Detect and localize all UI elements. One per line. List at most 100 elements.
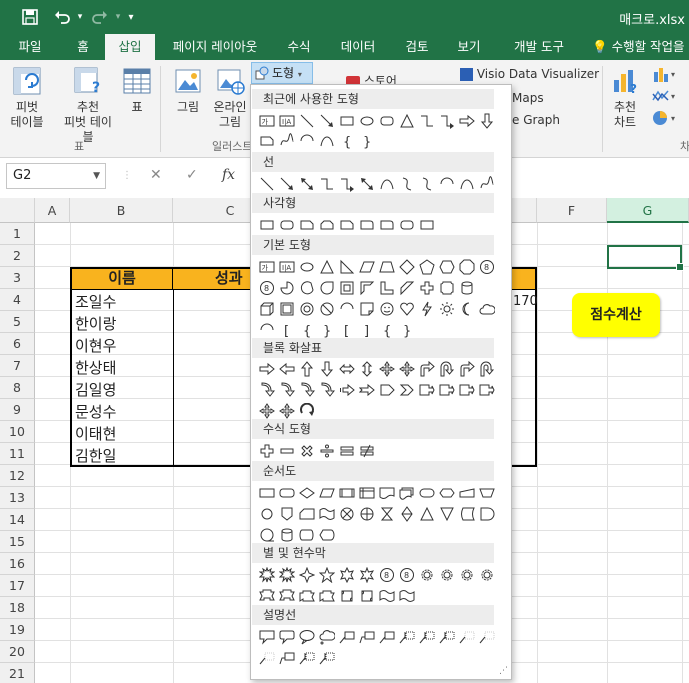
shape-scroll-icon[interactable] xyxy=(337,586,357,606)
pivot-table-button[interactable]: 피벗 테이블 xyxy=(6,64,48,134)
column-header-b[interactable]: B xyxy=(70,198,173,223)
pictures-button[interactable]: 그림 xyxy=(170,64,206,120)
shape-oct-icon[interactable] xyxy=(457,257,477,277)
shape-lineCall-icon[interactable] xyxy=(377,627,397,647)
row-header[interactable]: 8 xyxy=(0,377,35,399)
shape-fAlt-icon[interactable] xyxy=(277,483,297,503)
shape-text-icon[interactable]: 가 xyxy=(257,111,277,131)
shape-lineCallAcc-icon[interactable] xyxy=(297,648,317,668)
name-cell[interactable]: 한이랑 xyxy=(72,313,116,335)
tab-home[interactable]: 홈 xyxy=(66,34,100,60)
shape-arrowline-icon[interactable] xyxy=(277,174,297,194)
row-header[interactable]: 18 xyxy=(0,597,35,619)
score-calc-button[interactable]: 점수계산 xyxy=(572,293,660,337)
tab-developer[interactable]: 개발 도구 xyxy=(502,34,576,60)
shape-trap-icon[interactable] xyxy=(377,257,397,277)
shape-star4-icon[interactable] xyxy=(297,565,317,585)
shape-star7-icon[interactable] xyxy=(357,565,377,585)
shape-brace2-icon[interactable]: } xyxy=(317,320,337,340)
shape-round1-icon[interactable] xyxy=(377,215,397,235)
column-header-f[interactable]: F xyxy=(537,198,607,223)
shape-arBent-icon[interactable] xyxy=(417,359,437,379)
shape-fInternal-icon[interactable] xyxy=(357,483,377,503)
shape-ellipse-icon[interactable] xyxy=(357,111,377,131)
row-header[interactable]: 1 xyxy=(0,223,35,245)
people-graph-button[interactable]: e Graph xyxy=(512,113,572,131)
shape-burst-icon[interactable] xyxy=(277,565,297,585)
shape-gear-icon[interactable] xyxy=(417,565,437,585)
shape-lineCallAcc-icon[interactable] xyxy=(437,627,457,647)
shape-scroll-icon[interactable] xyxy=(357,586,377,606)
name-cell[interactable]: 이태현 xyxy=(72,423,116,445)
shape-pentArrow-icon[interactable] xyxy=(377,380,397,400)
shape-brace-icon[interactable]: { xyxy=(297,320,317,340)
shape-wavebanner-icon[interactable] xyxy=(397,586,417,606)
shape-fProcess-icon[interactable] xyxy=(257,483,277,503)
shape-fCollate-icon[interactable] xyxy=(377,504,397,524)
shape-hex-icon[interactable] xyxy=(437,257,457,277)
insert-function-icon[interactable]: fx xyxy=(222,167,235,183)
row-header[interactable]: 19 xyxy=(0,619,35,641)
shape-dblarrow-icon[interactable] xyxy=(357,174,377,194)
shape-text-icon[interactable]: 가 xyxy=(257,257,277,277)
shape-fSort-icon[interactable] xyxy=(397,504,417,524)
maps-button[interactable]: Maps xyxy=(512,91,572,109)
shape-arUturn-icon[interactable] xyxy=(477,359,497,379)
shape-numcircle-icon[interactable]: 8 xyxy=(477,257,497,277)
shape-fDoc-icon[interactable] xyxy=(377,483,397,503)
shape-brace-icon[interactable]: { xyxy=(337,131,357,151)
shape-moon-icon[interactable] xyxy=(457,299,477,319)
shape-lineCallNB-icon[interactable] xyxy=(457,627,477,647)
shape-arQuad-icon[interactable] xyxy=(397,359,417,379)
undo-dropdown-icon[interactable]: ▾ xyxy=(74,6,86,28)
row-header[interactable]: 10 xyxy=(0,421,35,443)
shape-calloutR-icon[interactable] xyxy=(437,380,457,400)
shape-bracket-icon[interactable]: [ xyxy=(337,320,357,340)
row-header[interactable]: 14 xyxy=(0,509,35,531)
shape-star5-icon[interactable] xyxy=(317,565,337,585)
row-header[interactable]: 3 xyxy=(0,267,35,289)
shape-lineCall2-icon[interactable] xyxy=(357,627,377,647)
shape-notched-icon[interactable] xyxy=(357,380,377,400)
name-cell[interactable]: 이현우 xyxy=(72,335,116,357)
name-box[interactable]: G2 ▼ xyxy=(6,163,106,189)
row-header[interactable]: 12 xyxy=(0,465,35,487)
shape-sun-icon[interactable] xyxy=(437,299,457,319)
shape-arBent-icon[interactable] xyxy=(457,359,477,379)
shape-eqMul-icon[interactable] xyxy=(297,441,317,461)
column-header-g[interactable]: G xyxy=(607,198,689,223)
row-header[interactable]: 11 xyxy=(0,443,35,465)
selected-cell-g2[interactable] xyxy=(607,245,684,271)
shape-halfframe-icon[interactable] xyxy=(357,278,377,298)
shape-fManIn-icon[interactable] xyxy=(457,483,477,503)
shape-calloutR-icon[interactable] xyxy=(457,380,477,400)
shape-calloutR-icon[interactable] xyxy=(417,380,437,400)
name-box-dropdown-icon[interactable]: ▼ xyxy=(93,164,100,188)
shape-speechR-icon[interactable] xyxy=(277,627,297,647)
tab-review[interactable]: 검토 xyxy=(396,34,438,60)
shape-lineCallNB-icon[interactable] xyxy=(257,648,277,668)
shape-lshape-icon[interactable] xyxy=(377,278,397,298)
shape-para-icon[interactable] xyxy=(357,257,377,277)
name-cell[interactable]: 문성수 xyxy=(72,401,116,423)
shape-chevron-icon[interactable] xyxy=(397,380,417,400)
shape-curvedR-icon[interactable] xyxy=(317,380,337,400)
row-header[interactable]: 7 xyxy=(0,355,35,377)
shape-pie-icon[interactable] xyxy=(277,278,297,298)
shape-ellipse-icon[interactable] xyxy=(297,257,317,277)
shape-line-icon[interactable] xyxy=(297,111,317,131)
shape-curvedR-icon[interactable] xyxy=(297,380,317,400)
tab-insert[interactable]: 삽입 xyxy=(105,34,155,60)
shape-lineCall2-icon[interactable] xyxy=(277,648,297,668)
enter-icon[interactable]: ✓ xyxy=(186,167,198,183)
shape-burst-icon[interactable] xyxy=(257,565,277,585)
redo-dropdown-icon[interactable]: ▾ xyxy=(112,6,124,28)
shape-pent-icon[interactable] xyxy=(417,257,437,277)
select-all-corner[interactable] xyxy=(0,198,35,223)
shape-plaque-icon[interactable] xyxy=(437,278,457,298)
tab-view[interactable]: 보기 xyxy=(448,34,490,60)
shape-elbow-icon[interactable] xyxy=(417,111,437,131)
shape-fold-icon[interactable] xyxy=(357,299,377,319)
shape-eqEq-icon[interactable] xyxy=(337,441,357,461)
row-header[interactable]: 20 xyxy=(0,641,35,663)
